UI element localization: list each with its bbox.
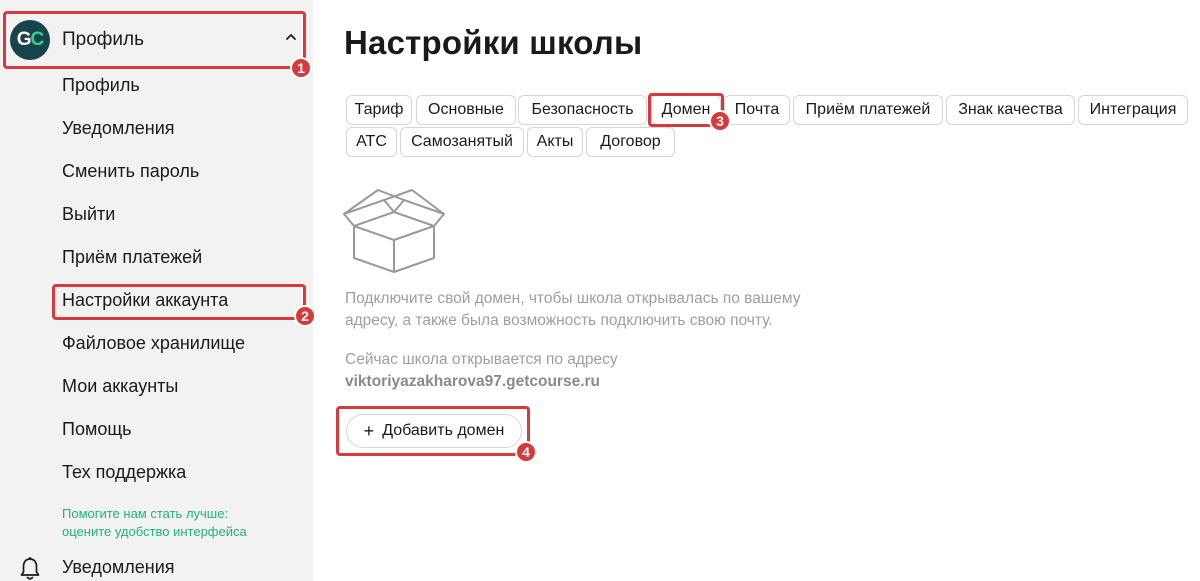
tab-self-employed[interactable]: Самозанятый — [400, 127, 524, 157]
feedback-line-1: Помогите нам стать лучше: — [62, 506, 229, 521]
current-address-text: Сейчас школа открывается по адресу vikto… — [345, 349, 618, 393]
page-title: Настройки школы — [344, 24, 643, 61]
bell-icon — [20, 557, 40, 580]
tab-payments[interactable]: Приём платежей — [793, 95, 943, 125]
tab-general[interactable]: Основные — [416, 95, 516, 125]
sidebar-item-change-password[interactable]: Сменить пароль — [62, 161, 199, 182]
domain-info-line-2: адресу, а также была возможность подключ… — [345, 312, 773, 329]
domain-info-line-1: Подключите свой домен, чтобы школа откры… — [345, 290, 801, 307]
feedback-link[interactable]: Помогите нам стать лучше: оцените удобст… — [62, 505, 247, 541]
sidebar-item-profile[interactable]: Профиль — [62, 75, 140, 96]
chevron-up-icon — [286, 34, 296, 40]
tab-contract[interactable]: Договор — [586, 127, 675, 157]
sidebar: GC Профиль Профиль Уведомления Сменить п… — [0, 0, 313, 581]
sidebar-item-tech-support[interactable]: Тех поддержка — [62, 462, 186, 483]
annotation-badge-4: 4 — [515, 441, 537, 463]
sidebar-item-account-settings[interactable]: Настройки аккаунта — [62, 290, 228, 311]
tab-integration[interactable]: Интеграция — [1078, 95, 1188, 125]
box-icon — [343, 189, 445, 273]
domain-info-text: Подключите свой домен, чтобы школа откры… — [345, 288, 800, 332]
add-domain-label: Добавить домен — [382, 422, 505, 439]
tab-mail[interactable]: Почта — [724, 95, 790, 125]
add-domain-button[interactable]: + Добавить домен — [346, 414, 522, 448]
sidebar-item-payments[interactable]: Приём платежей — [62, 247, 202, 268]
tab-security[interactable]: Безопасность — [518, 95, 647, 125]
tab-ats[interactable]: АТС — [346, 127, 397, 157]
sidebar-item-bottom-notifications[interactable]: Уведомления — [0, 552, 313, 581]
current-address-label: Сейчас школа открывается по адресу — [345, 351, 618, 368]
tab-acts[interactable]: Акты — [527, 127, 583, 157]
feedback-line-2: оцените удобство интерфейса — [62, 524, 247, 539]
annotation-badge-2: 2 — [294, 305, 316, 327]
tab-tariff[interactable]: Тариф — [346, 95, 412, 125]
plus-icon: + — [363, 420, 375, 441]
current-domain: viktoriyazakharova97.getcourse.ru — [345, 373, 601, 390]
sidebar-item-logout[interactable]: Выйти — [62, 204, 115, 225]
sidebar-item-help[interactable]: Помощь — [62, 419, 132, 440]
annotation-badge-3: 3 — [709, 110, 731, 132]
profile-menu-toggle[interactable]: GC Профиль — [4, 12, 306, 68]
profile-menu-label: Профиль — [62, 29, 145, 50]
annotation-badge-1: 1 — [290, 57, 312, 79]
sidebar-item-file-storage[interactable]: Файловое хранилище — [62, 333, 245, 354]
sidebar-item-notifications[interactable]: Уведомления — [62, 118, 175, 139]
sidebar-item-my-accounts[interactable]: Мои аккаунты — [62, 376, 178, 397]
tab-quality-mark[interactable]: Знак качества — [946, 95, 1075, 125]
bottom-notifications-label: Уведомления — [62, 557, 175, 577]
avatar: GC — [10, 20, 50, 60]
